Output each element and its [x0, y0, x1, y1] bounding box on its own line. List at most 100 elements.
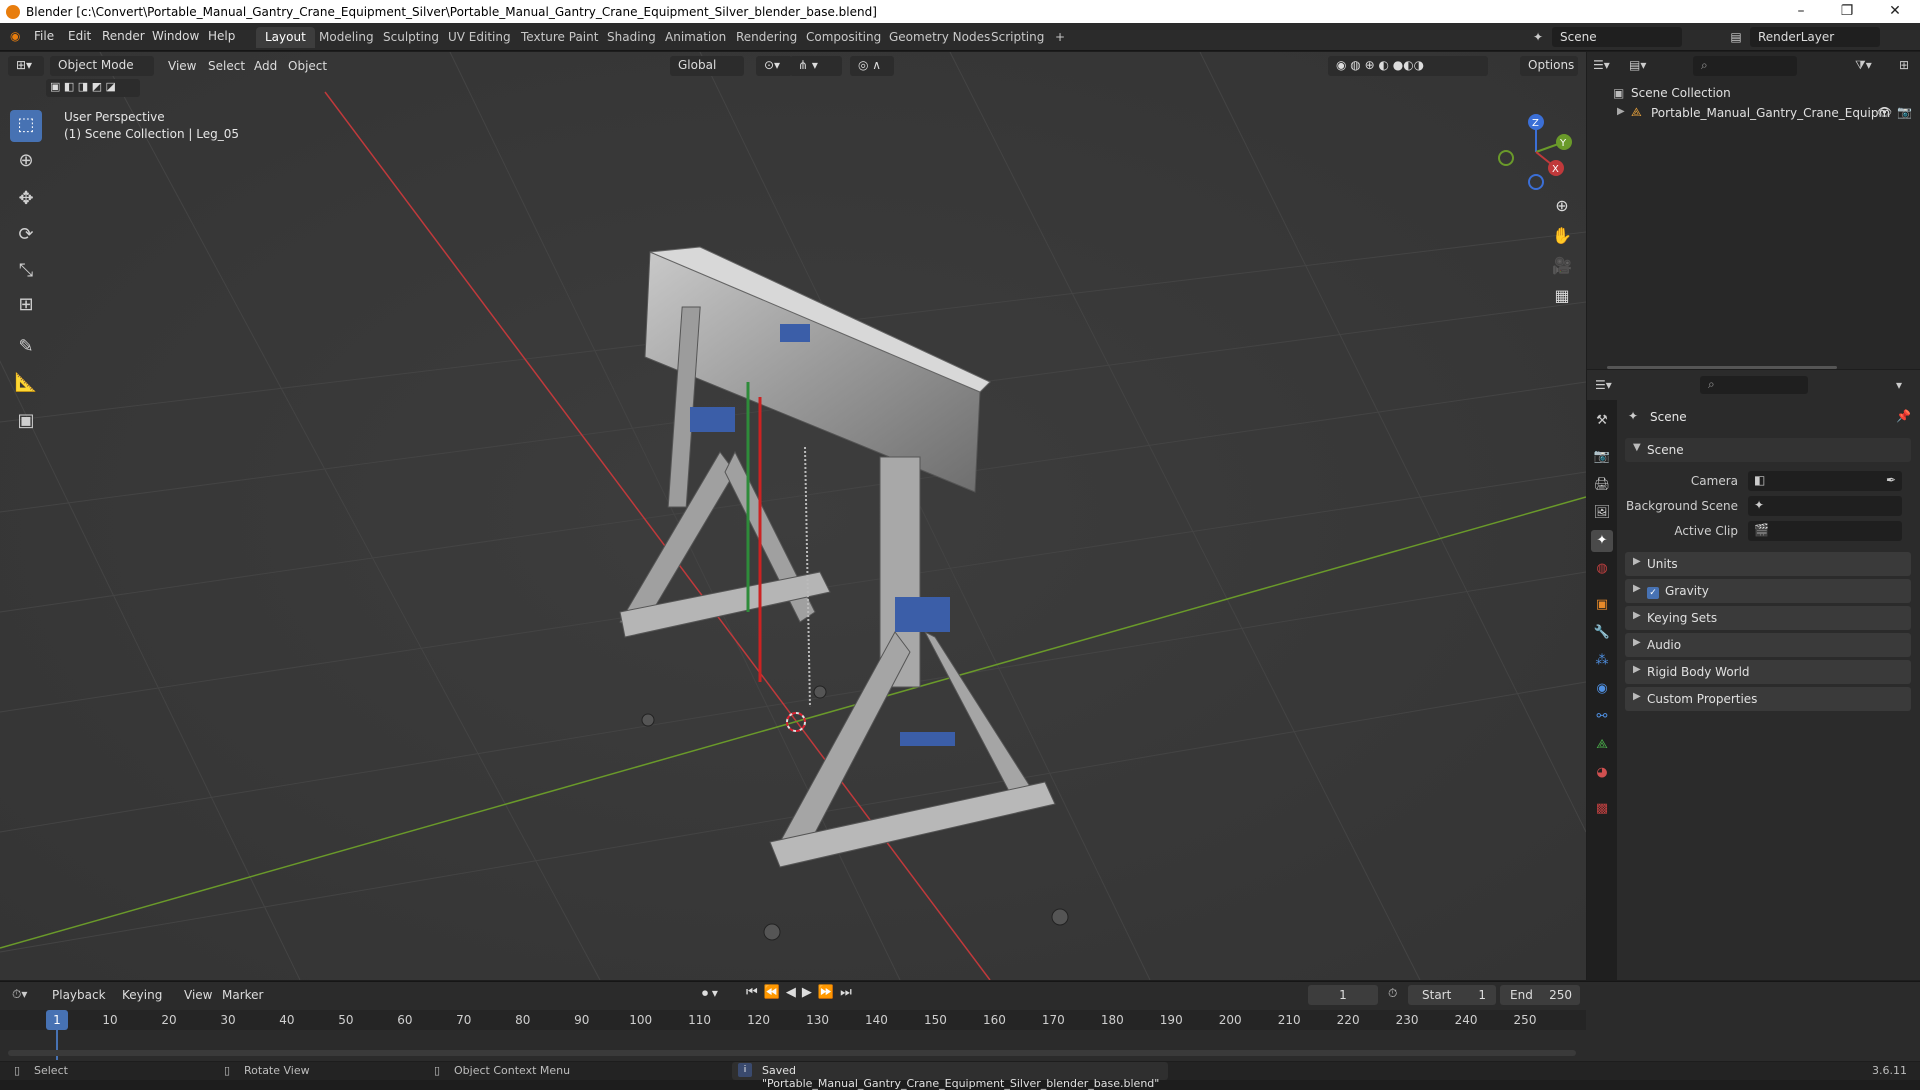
material-tab-icon[interactable]: ◕ — [1591, 762, 1613, 784]
gravity-panel[interactable]: ▶ ✓ Gravity — [1625, 579, 1911, 603]
tab-scripting[interactable]: Scripting — [982, 27, 1053, 48]
background-scene-field[interactable]: ✦ — [1748, 496, 1902, 516]
add-cube-tool[interactable]: ▣ — [10, 406, 42, 438]
proportional-edit-icon[interactable]: ◎ ∧ — [850, 56, 894, 76]
scene-tab-icon[interactable]: ✦ — [1591, 530, 1613, 552]
viewport-menu-add[interactable]: Add — [254, 59, 277, 73]
use-preview-range-icon[interactable]: ⏱ — [1388, 986, 1397, 1001]
blender-menu-icon[interactable]: ◉ — [10, 29, 20, 43]
pivot-point-icon[interactable]: ⊙▾ — [756, 56, 792, 76]
mode-selector[interactable]: Object Mode — [50, 56, 154, 76]
viewport-menu-view[interactable]: View — [168, 59, 196, 73]
tool-tab-icon[interactable]: ⚒ — [1591, 410, 1613, 432]
tab-uv-editing[interactable]: UV Editing — [439, 27, 520, 48]
scene-collection-label[interactable]: Scene Collection — [1631, 86, 1731, 100]
rigid-body-world-panel[interactable]: ▶ Rigid Body World — [1625, 660, 1911, 684]
transform-tool[interactable]: ⊞ — [10, 290, 42, 322]
eyedropper-icon[interactable]: ✒ — [1886, 473, 1896, 487]
navigation-gizmo[interactable]: Z Y X — [1494, 110, 1578, 190]
tab-modeling[interactable]: Modeling — [310, 27, 383, 48]
menu-edit[interactable]: Edit — [68, 29, 91, 43]
snap-icon[interactable]: ⋔ ▾ — [790, 56, 842, 76]
start-frame-field[interactable]: Start 1 — [1408, 985, 1496, 1005]
timeline-view-menu[interactable]: View — [184, 988, 212, 1002]
expand-chevron-icon[interactable]: ▶ — [1617, 106, 1625, 117]
active-clip-field[interactable]: 🎬 — [1748, 521, 1902, 541]
render-layer-icon[interactable]: ▤ — [1726, 27, 1746, 47]
editor-type-icon[interactable]: ⊞▾ — [8, 56, 44, 76]
tab-texture-paint[interactable]: Texture Paint — [512, 27, 607, 48]
measure-tool[interactable]: 📐 — [10, 368, 42, 400]
units-panel[interactable]: ▶ Units — [1625, 552, 1911, 576]
tab-sculpting[interactable]: Sculpting — [374, 27, 448, 48]
playback-menu[interactable]: Playback — [52, 988, 106, 1002]
menu-window[interactable]: Window — [152, 29, 199, 43]
maximize-button[interactable]: ❐ — [1824, 0, 1870, 23]
camera-view-icon[interactable]: 🎥 — [1548, 252, 1576, 280]
audio-panel[interactable]: ▶ Audio — [1625, 633, 1911, 657]
gizmo-neg-z[interactable] — [1528, 174, 1544, 190]
rotate-tool[interactable]: ⟳ — [10, 220, 42, 252]
pan-hand-icon[interactable]: ✋ — [1548, 222, 1576, 250]
tab-animation[interactable]: Animation — [656, 27, 735, 48]
display-mode-icon[interactable]: ▤▾ — [1629, 58, 1646, 72]
output-tab-icon[interactable]: 🖨 — [1591, 474, 1613, 496]
auto-keying-icon[interactable]: ⏺ ▾ — [702, 986, 718, 1001]
visibility-eye-icon[interactable]: 👁 — [1877, 105, 1892, 119]
outliner-editor-type-icon[interactable]: ☰▾ — [1593, 58, 1610, 72]
particles-tab-icon[interactable]: ⁂ — [1591, 650, 1613, 672]
outliner-search-input[interactable]: ⌕ — [1693, 56, 1797, 76]
current-frame-field[interactable]: 1 — [1308, 985, 1378, 1005]
toggle-ortho-grid-icon[interactable]: ▦ — [1548, 282, 1576, 310]
gizmo-neg-y[interactable] — [1498, 150, 1514, 166]
tab-shading[interactable]: Shading — [598, 27, 665, 48]
properties-editor-type-icon[interactable]: ☰▾ — [1595, 378, 1612, 392]
move-tool[interactable]: ✥ — [10, 184, 42, 216]
properties-options-chevron-icon[interactable]: ▾ — [1896, 378, 1902, 392]
zoom-icon[interactable]: ⊕ — [1548, 192, 1576, 220]
viewport-menu-select[interactable]: Select — [208, 59, 245, 73]
tab-layout[interactable]: Layout — [256, 27, 315, 48]
add-workspace-button[interactable]: + — [1046, 27, 1074, 48]
playback-controls[interactable]: ⏮⏪◀▶⏩⏭ — [746, 985, 858, 1000]
properties-search-input[interactable]: ⌕ — [1700, 376, 1808, 394]
physics-tab-icon[interactable]: ◉ — [1591, 678, 1613, 700]
keying-sets-panel[interactable]: ▶ Keying Sets — [1625, 606, 1911, 630]
filter-icon[interactable]: ⧩▾ — [1855, 58, 1872, 73]
tab-rendering[interactable]: Rendering — [727, 27, 806, 48]
render-tab-icon[interactable]: 📷 — [1591, 446, 1613, 468]
texture-tab-icon[interactable]: ▩ — [1591, 798, 1613, 820]
modifier-tab-icon[interactable]: 🔧 — [1591, 622, 1613, 644]
select-mode-buttons[interactable]: ▣ ◧ ◨ ◩ ◪ — [46, 79, 140, 97]
timeline-scrollbar[interactable] — [8, 1050, 1576, 1056]
keying-menu[interactable]: Keying — [122, 988, 162, 1002]
scene-selector[interactable]: Scene — [1552, 27, 1682, 47]
gravity-checkbox[interactable]: ✓ — [1647, 587, 1659, 599]
camera-field[interactable]: ◧ ✒ — [1748, 471, 1902, 491]
scene-section-header[interactable]: ▼ Scene — [1625, 438, 1911, 462]
timeline-editor-type-icon[interactable]: ⏱▾ — [12, 987, 27, 1002]
outliner-item-crane[interactable]: Portable_Manual_Gantry_Crane_Equipm — [1651, 106, 1890, 120]
menu-render[interactable]: Render — [102, 29, 145, 43]
end-frame-field[interactable]: End 250 — [1500, 985, 1580, 1005]
constraints-tab-icon[interactable]: ⚯ — [1591, 706, 1613, 728]
world-tab-icon[interactable]: ◍ — [1591, 558, 1613, 580]
custom-properties-panel[interactable]: ▶ Custom Properties — [1625, 687, 1911, 711]
data-tab-icon[interactable]: ⟁ — [1591, 734, 1613, 756]
minimize-button[interactable]: – — [1778, 0, 1824, 23]
annotate-tool[interactable]: ✎ — [10, 332, 42, 364]
scale-tool[interactable]: ⤡ — [10, 256, 42, 288]
view-layer-tab-icon[interactable]: 🖼 — [1591, 502, 1613, 524]
viewport-shading-controls[interactable]: ◉ ◍ ⊕ ◐ ●◐◑ — [1328, 56, 1488, 76]
menu-file[interactable]: File — [34, 29, 54, 43]
render-camera-icon[interactable]: 📷 — [1897, 105, 1912, 119]
viewport-menu-object[interactable]: Object — [288, 59, 327, 73]
cursor-tool[interactable]: ⊕ — [10, 146, 42, 178]
new-collection-icon[interactable]: ⊞ — [1899, 58, 1909, 72]
close-button[interactable]: ✕ — [1872, 0, 1918, 23]
transform-orientation-selector[interactable]: Global — [670, 56, 744, 76]
render-layer-selector[interactable]: RenderLayer — [1750, 27, 1880, 47]
options-button[interactable]: Options — [1520, 56, 1578, 76]
3d-viewport[interactable] — [0, 52, 1586, 980]
marker-menu[interactable]: Marker — [222, 988, 263, 1002]
